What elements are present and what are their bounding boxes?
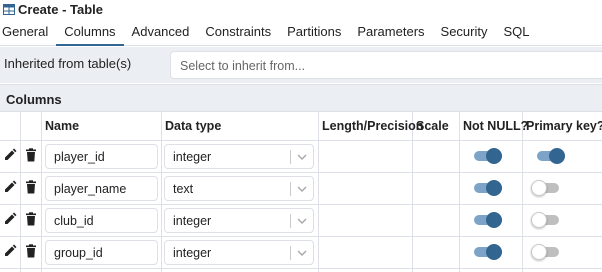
column-name-input[interactable]: player_id <box>45 144 158 169</box>
column-name-input[interactable]: club_id <box>45 208 158 233</box>
tab-general[interactable]: General <box>0 20 56 46</box>
table-row: player_id integer <box>0 140 602 172</box>
tab-parameters[interactable]: Parameters <box>349 20 432 46</box>
inherit-placeholder: Select to inherit from... <box>180 59 306 73</box>
chevron-down-icon <box>297 154 307 161</box>
header-primary-key: Primary key? <box>526 119 602 133</box>
dialog-titlebar: Create - Table <box>0 0 602 18</box>
columns-section-header: Columns <box>0 84 602 112</box>
tab-partitions[interactable]: Partitions <box>279 20 349 46</box>
inherit-select[interactable]: Select to inherit from... <box>170 51 602 79</box>
data-type-value: text <box>173 182 194 196</box>
header-data-type: Data type <box>165 119 222 133</box>
trash-icon[interactable] <box>24 244 38 258</box>
column-name-input[interactable]: player_name <box>45 176 158 201</box>
primary-key-toggle[interactable] <box>531 244 559 260</box>
not-null-toggle[interactable] <box>474 244 502 260</box>
column-name-value: player_id <box>54 150 105 164</box>
primary-key-toggle[interactable] <box>531 212 559 228</box>
header-name: Name <box>45 119 80 133</box>
column-name-value: group_id <box>54 246 103 260</box>
primary-key-toggle[interactable] <box>537 148 565 164</box>
tab-constraints[interactable]: Constraints <box>197 20 279 46</box>
not-null-toggle[interactable] <box>474 148 502 164</box>
column-name-input[interactable]: group_id <box>45 240 158 265</box>
data-type-value: integer <box>173 246 212 260</box>
header-not-null: Not NULL? <box>463 119 529 133</box>
data-type-value: integer <box>173 150 212 164</box>
header-scale: Scale <box>416 119 449 133</box>
data-type-value: integer <box>173 214 212 228</box>
edit-icon[interactable] <box>3 212 17 226</box>
tab-bar: General Columns Advanced Constraints Par… <box>0 20 602 46</box>
trash-icon[interactable] <box>24 148 38 162</box>
column-name-value: club_id <box>54 214 94 228</box>
data-type-select[interactable]: integer <box>164 208 314 233</box>
data-type-select[interactable]: integer <box>164 240 314 265</box>
not-null-toggle[interactable] <box>474 212 502 228</box>
inherit-row: Inherited from table(s) Select to inheri… <box>0 47 602 83</box>
tab-sql[interactable]: SQL <box>496 20 538 46</box>
primary-key-toggle[interactable] <box>531 180 559 196</box>
chevron-down-icon <box>297 218 307 225</box>
header-length-precision: Length/Precision <box>322 119 424 133</box>
tab-columns[interactable]: Columns <box>56 20 124 46</box>
column-name-value: player_name <box>54 182 127 196</box>
table-row: group_id integer <box>0 236 602 268</box>
chevron-down-icon <box>297 250 307 257</box>
trash-icon[interactable] <box>24 180 38 194</box>
edit-icon[interactable] <box>3 244 17 258</box>
edit-icon[interactable] <box>3 148 17 162</box>
table-icon <box>3 3 15 15</box>
dialog-title: Create - Table <box>18 1 104 17</box>
trash-icon[interactable] <box>24 212 38 226</box>
data-type-select[interactable]: integer <box>164 144 314 169</box>
not-null-toggle[interactable] <box>474 180 502 196</box>
table-row: club_id integer <box>0 204 602 236</box>
tab-advanced[interactable]: Advanced <box>124 20 198 46</box>
data-type-select[interactable]: text <box>164 176 314 201</box>
tab-security[interactable]: Security <box>433 20 496 46</box>
edit-icon[interactable] <box>3 180 17 194</box>
table-row: player_name text <box>0 172 602 204</box>
columns-section-title: Columns <box>6 92 62 107</box>
inherit-label: Inherited from table(s) <box>4 56 132 71</box>
chevron-down-icon <box>297 186 307 193</box>
